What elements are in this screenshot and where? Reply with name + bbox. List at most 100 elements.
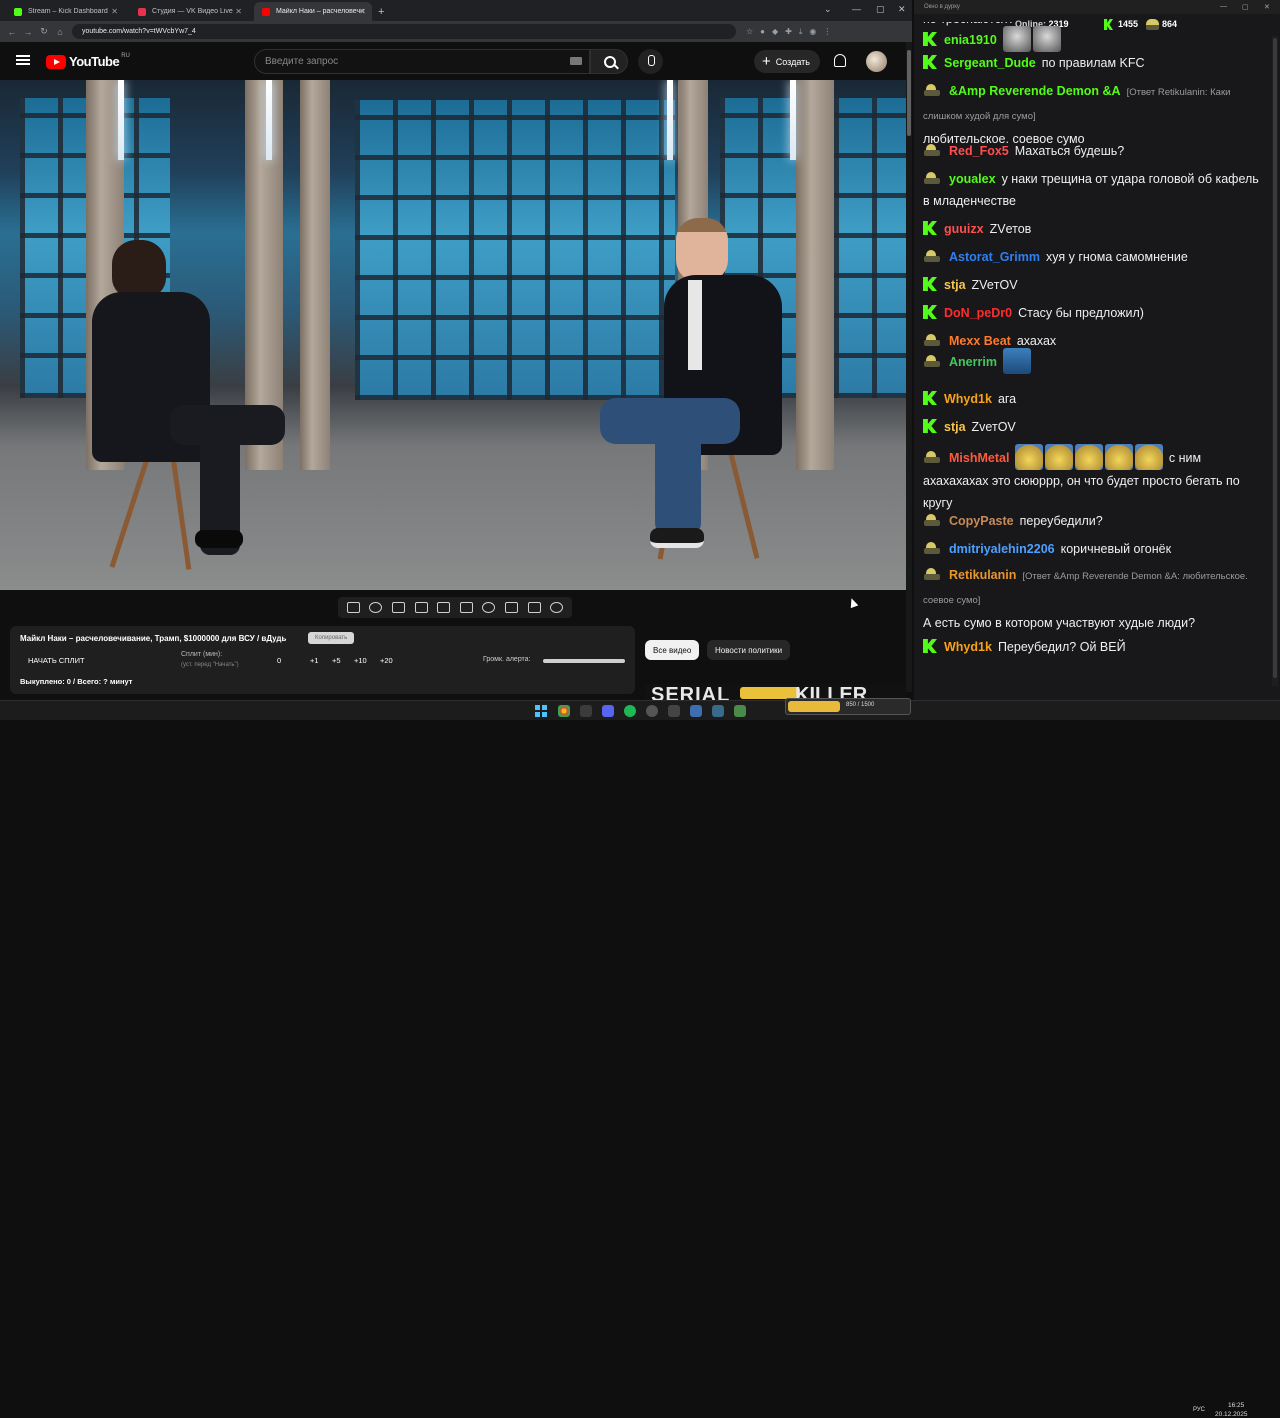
chat-username[interactable]: Whyd1k [944,392,992,406]
person-head [112,240,166,298]
app-icon[interactable] [690,705,702,717]
watch-icon[interactable] [391,602,405,613]
profile-icon[interactable]: ◉ [809,27,816,36]
chat-username[interactable]: guuizx [944,222,984,236]
minimize-icon[interactable]: — [1220,3,1227,10]
spotify-icon[interactable] [624,705,636,717]
back-icon[interactable]: ← [4,27,20,37]
loop-icon[interactable] [346,602,360,613]
new-tab-icon[interactable]: + [378,6,384,18]
clock-time[interactable]: 16:25 [1228,1402,1244,1409]
language-indicator[interactable]: РУС [1193,1407,1205,1413]
app-icon[interactable] [668,705,680,717]
search-button[interactable] [590,49,628,74]
tab-search-icon[interactable]: ⌄ [824,4,832,15]
studio-lamp [266,80,272,160]
youtube-logo[interactable]: YouTube RU [46,53,130,69]
chat-message: Anerrim [923,348,1263,374]
home-icon[interactable]: ⌂ [52,27,68,37]
close-window-icon[interactable]: ✕ [1264,3,1270,11]
chat-username[interactable]: stja [944,278,966,292]
picture-in-picture-icon[interactable] [437,602,451,613]
split-plus-20-button[interactable]: +20 [380,656,393,665]
copy-button[interactable]: Копировать [308,632,355,644]
chat-username[interactable]: youalex [949,172,996,186]
page-scrollbar[interactable] [906,42,912,692]
avatar[interactable] [866,51,887,72]
split-plus-1-button[interactable]: +1 [310,656,319,665]
tab-kick-dashboard[interactable]: Stream – Kick Dashboard ✕ [6,2,124,21]
clock-date[interactable]: 20.12.2025 [1215,1411,1248,1418]
add-icon[interactable] [504,602,518,613]
theater-icon[interactable] [459,602,473,613]
chat-scrollbar[interactable] [1272,36,1278,686]
maximize-icon[interactable]: ▢ [1242,3,1249,11]
chat-username[interactable]: Anerrim [949,355,997,369]
extension-icon[interactable]: ● [760,27,765,36]
chat-message: CopyPaste переубедили? [923,510,1263,532]
screenshot-icon[interactable] [527,602,541,613]
chat-username[interactable]: Mexx Beat [949,334,1011,348]
goal-widget[interactable]: 850 / 1500 [785,698,911,715]
menu-dots-icon[interactable]: ⋮ [823,27,831,36]
forward-icon[interactable]: → [20,27,36,37]
app-icon[interactable] [734,705,746,717]
minimize-icon[interactable]: — [852,4,861,14]
chat-username[interactable]: dmitriyalehin2206 [949,542,1055,556]
chat-username[interactable]: enia1910 [944,33,997,47]
close-window-icon[interactable]: ✕ [898,4,906,15]
chat-username[interactable]: Red_Fox5 [949,144,1009,158]
broadcast-icon[interactable] [369,602,383,613]
split-plus-10-button[interactable]: +10 [354,656,367,665]
chat-titlebar: Окно в дурку — ▢ ✕ [914,0,1280,14]
url-field[interactable]: youtube.com/watch?v=tWVcbYw7_4 [72,24,736,39]
puzzle-icon[interactable]: ✚ [785,27,792,36]
windows-start-icon[interactable] [535,705,547,717]
chip-all-videos[interactable]: Все видео [645,640,700,660]
app-icon[interactable] [712,705,724,717]
person-shirt [688,280,702,370]
kick-badge-icon [923,305,937,319]
chrome-icon[interactable] [558,705,570,717]
reload-icon[interactable]: ↻ [36,26,52,37]
close-tab-icon[interactable]: ✕ [359,7,366,16]
tab-youtube-video[interactable]: Майкл Наки – расчеловечи… ✕ [254,2,372,21]
scrollbar-thumb[interactable] [907,50,911,136]
chat-username[interactable]: &Amp Reverende Demon &A [949,84,1121,98]
tab-vk-studio[interactable]: Студия — VK Видео Live ✕ [130,2,248,21]
chat-username[interactable]: DoN_peDr0 [944,306,1012,320]
notifications-bell-icon[interactable] [834,54,846,67]
settings-gear-icon[interactable] [550,602,564,613]
chat-username[interactable]: Astorat_Grimm [949,250,1040,264]
search-input[interactable] [265,56,545,67]
create-button[interactable]: + Создать [754,50,820,73]
chat-username[interactable]: stja [944,420,966,434]
chat-username[interactable]: Sergeant_Dude [944,56,1036,70]
extension-icon[interactable]: ◆ [772,27,778,36]
app-icon[interactable] [580,705,592,717]
chat-username[interactable]: Retikulanin [949,568,1016,582]
close-tab-icon[interactable]: ✕ [235,7,242,16]
hamburger-menu-icon[interactable] [16,55,30,65]
star-icon[interactable]: ☆ [746,27,753,36]
download-icon[interactable]: ⤓ [799,27,803,37]
chat-username[interactable]: Whyd1k [944,640,992,654]
chat-message-text: Стасу бы предложил) [1018,306,1144,320]
video-player[interactable] [0,80,906,590]
start-split-button[interactable]: НАЧАТЬ СПЛИТ [28,656,85,665]
voice-search-icon[interactable] [638,49,663,74]
speed-icon[interactable] [482,602,496,613]
scrollbar-thumb[interactable] [1273,38,1277,678]
chip-politics-news[interactable]: Новости политики [707,640,791,660]
keyboard-icon[interactable] [570,57,582,65]
clip-icon[interactable] [414,602,428,613]
obs-icon[interactable] [646,705,658,717]
maximize-icon[interactable]: ▢ [876,4,885,15]
split-plus-5-button[interactable]: +5 [332,656,341,665]
chat-username[interactable]: MishMetal [949,451,1009,465]
close-tab-icon[interactable]: ✕ [111,7,118,16]
discord-icon[interactable] [602,705,614,717]
alert-volume-slider[interactable] [543,659,625,663]
chat-username[interactable]: CopyPaste [949,514,1014,528]
kick-badge-icon [923,419,937,433]
